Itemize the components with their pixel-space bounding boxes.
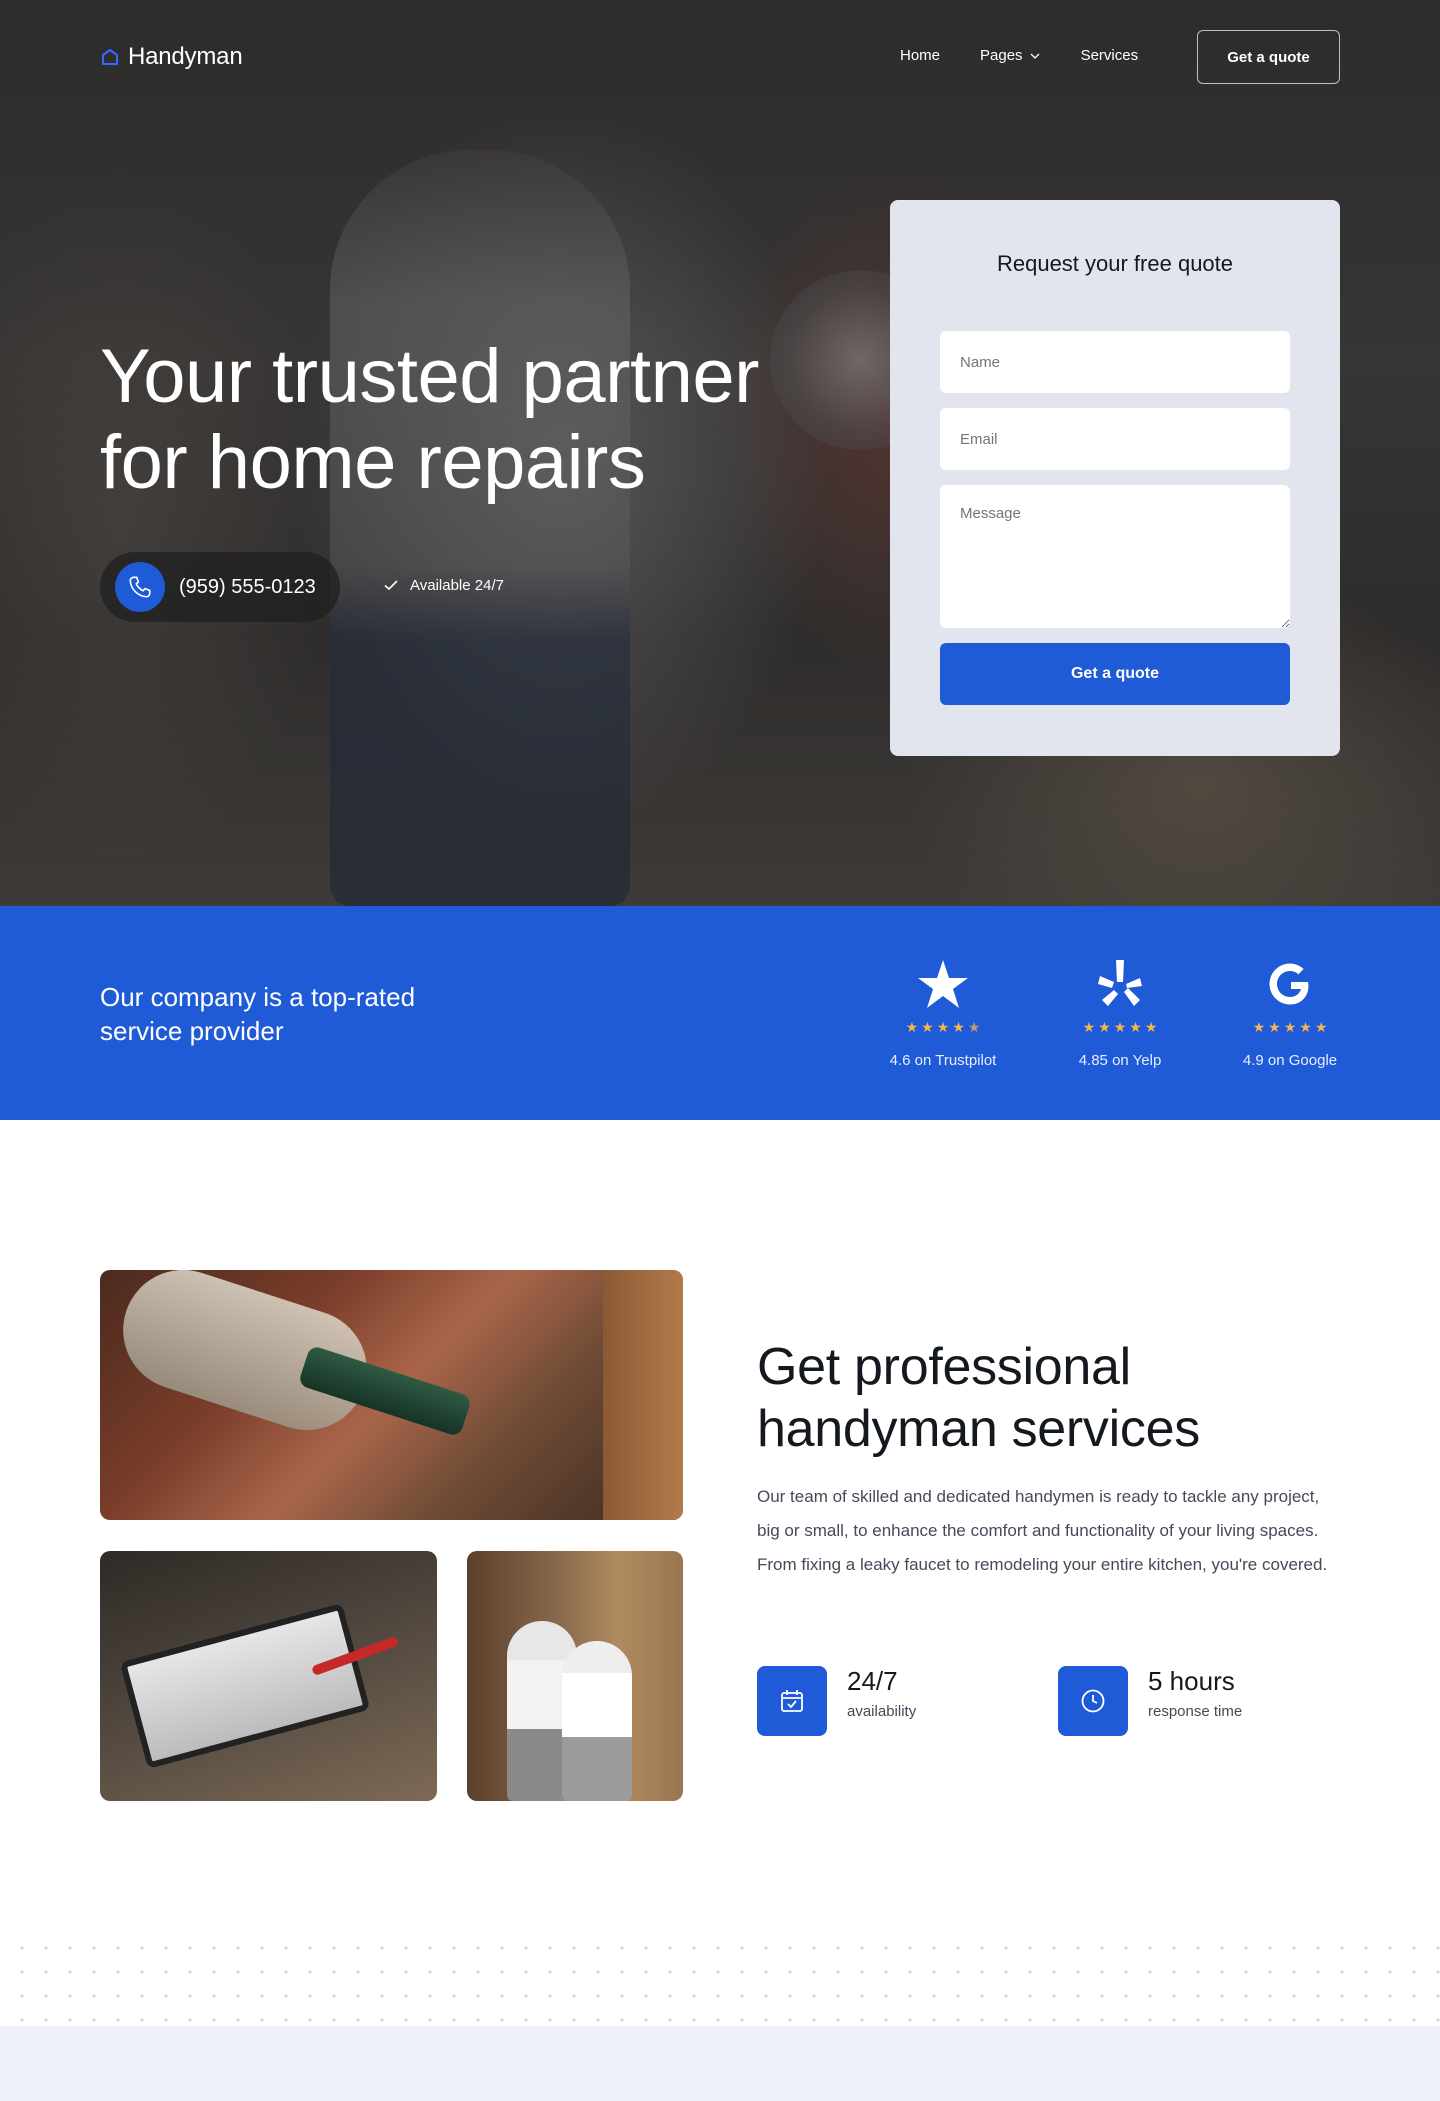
stat-availability: 24/7 availability	[757, 1666, 916, 1736]
hero-background-photo	[330, 150, 630, 906]
email-input[interactable]	[940, 408, 1290, 470]
phone-number: (959) 555-0123	[179, 575, 316, 598]
workers-photo	[467, 1551, 683, 1801]
stat-value: 24/7	[847, 1666, 898, 1696]
stat-value: 5 hours	[1148, 1666, 1235, 1696]
rating-label: 4.85 on Yelp	[1078, 1052, 1162, 1069]
stat-label: availability	[847, 1703, 917, 1720]
house-logo-icon	[102, 49, 118, 65]
calendar-check-icon	[781, 1690, 803, 1712]
clock-icon	[1081, 1689, 1105, 1713]
services-description: Our team of skilled and dedicated handym…	[757, 1487, 1328, 1574]
nav-link-pages[interactable]: Pages	[980, 47, 1041, 64]
stat-icon-box	[1058, 1666, 1128, 1736]
stat-icon-box	[757, 1666, 827, 1736]
paint-tray-photo	[100, 1551, 437, 1801]
hero-title: Your trusted partner for home repairs	[100, 334, 759, 505]
logo[interactable]: Handyman	[100, 43, 243, 71]
nav-link-services[interactable]: Services	[1081, 47, 1139, 64]
rating-stars: ★ ★ ★ ★ ★	[905, 1019, 981, 1035]
phone-icon	[129, 576, 151, 598]
rating-google: ★ ★ ★ ★ ★ 4.9 on Google	[1210, 956, 1370, 1069]
rating-yelp: ★ ★ ★ ★ ★ 4.85 on Yelp	[1040, 956, 1200, 1069]
availability-text: Available 24/7	[410, 576, 504, 594]
nav-links: Home Pages Services	[900, 47, 1138, 64]
google-icon	[1269, 963, 1309, 1005]
phone-call-button[interactable]: (959) 555-0123	[100, 552, 340, 622]
ratings-heading: Our company is a top-rated service provi…	[100, 982, 416, 1046]
get-quote-submit-button[interactable]: Get a quote	[940, 643, 1290, 705]
rating-label: 4.9 on Google	[1242, 1052, 1338, 1069]
rating-label: 4.6 on Trustpilot	[889, 1052, 997, 1069]
name-input[interactable]	[940, 331, 1290, 393]
quote-form-title: Request your free quote	[996, 251, 1234, 276]
stat-label: response time	[1148, 1703, 1243, 1720]
check-icon	[384, 580, 398, 591]
stat-response-time: 5 hours response time	[1058, 1666, 1242, 1736]
get-quote-nav-button[interactable]: Get a quote	[1197, 30, 1340, 84]
logo-text: Handyman	[128, 43, 243, 70]
rating-trustpilot: ★ ★ ★ ★ ★ 4.6 on Trustpilot	[863, 956, 1023, 1069]
rating-stars: ★ ★ ★ ★ ★	[1082, 1019, 1158, 1035]
yelp-icon	[1098, 960, 1142, 1006]
ratings-band: Our company is a top-rated service provi…	[0, 906, 1440, 1120]
message-textarea[interactable]	[940, 485, 1290, 628]
top-navigation: Handyman Home Pages Services Get a quote	[0, 0, 1440, 116]
phone-icon-circle	[115, 562, 165, 612]
nav-link-pages-label: Pages	[980, 47, 1023, 64]
availability-note: Available 24/7	[382, 576, 504, 594]
services-title: Get professional handyman services	[757, 1338, 1200, 1458]
caulking-photo	[100, 1270, 683, 1520]
quote-request-form: Request your free quote Get a quote	[890, 200, 1340, 756]
dot-pattern-divider	[0, 1930, 1440, 2025]
rating-stars: ★ ★ ★ ★ ★	[1252, 1019, 1328, 1035]
chevron-down-icon	[1030, 53, 1040, 59]
next-section-band	[0, 2026, 1440, 2101]
nav-link-home[interactable]: Home	[900, 47, 940, 64]
trustpilot-icon	[918, 960, 968, 1008]
